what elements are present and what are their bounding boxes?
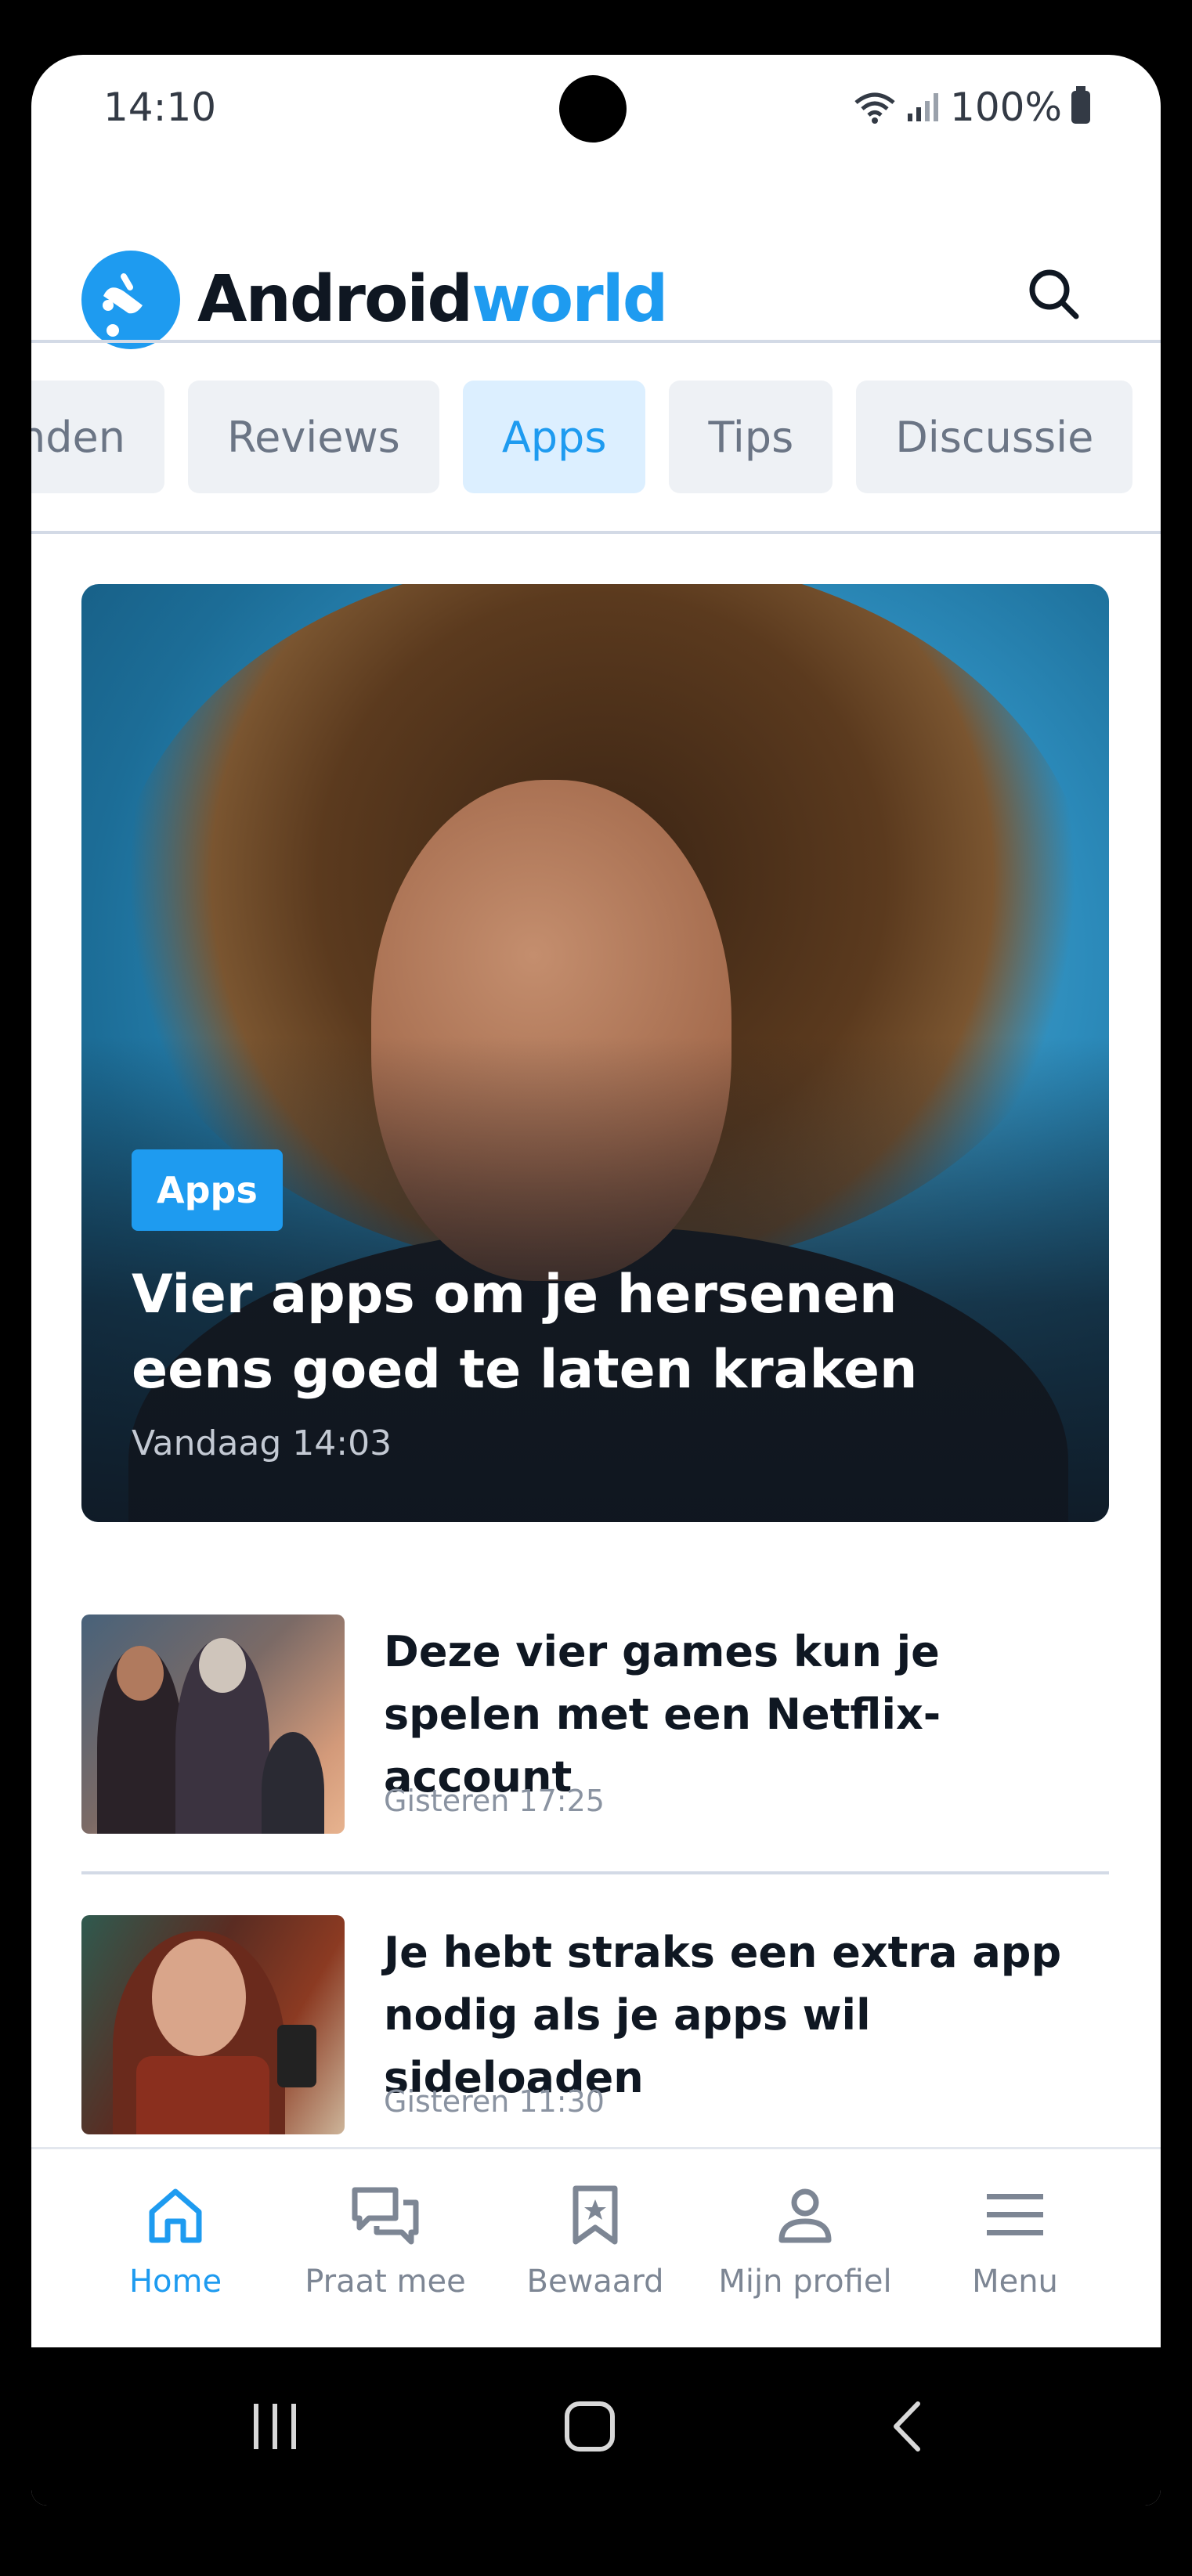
hero-article[interactable]: Apps Vier apps om je hersenen eens goed … <box>81 584 1109 1522</box>
logo-text: Androidworld <box>197 268 668 332</box>
nav-bewaard-label: Bewaard <box>526 2264 664 2300</box>
wifi-icon <box>854 92 895 124</box>
article-thumbnail[interactable] <box>81 1615 345 1834</box>
battery-percent: 100% <box>950 85 1062 130</box>
article-date: Gisteren 11:30 <box>384 2084 605 2119</box>
back-icon[interactable] <box>882 2399 937 2454</box>
nav-mijn-profiel[interactable]: Mijn profiel <box>703 2176 907 2300</box>
front-camera <box>559 75 627 143</box>
menu-icon <box>987 2194 1043 2235</box>
tabs-divider <box>31 531 1161 534</box>
home-icon <box>149 2188 202 2243</box>
nav-home-label: Home <box>128 2264 222 2300</box>
list-divider <box>81 1871 1109 1874</box>
nav-menu-label: Menu <box>972 2264 1058 2300</box>
search-icon <box>1029 269 1079 319</box>
tab-ronden[interactable]: ronden <box>31 381 165 493</box>
status-right: 100% <box>853 85 1090 130</box>
recent-apps-icon[interactable] <box>247 2399 302 2454</box>
article-title[interactable]: Je hebt straks een extra app nodig als j… <box>384 1921 1089 2109</box>
battery-icon <box>1071 86 1090 124</box>
hero-title[interactable]: Vier apps om je hersenen eens goed te la… <box>132 1257 1056 1408</box>
nav-praat-mee[interactable]: Praat mee <box>284 2176 487 2300</box>
home-system-icon[interactable] <box>562 2399 617 2454</box>
logo-text-secondary: world <box>471 262 668 337</box>
list-item[interactable]: Deze vier games kun je spelen met een Ne… <box>81 1615 1109 1834</box>
category-tabs: ronden Reviews Apps Tips Discussie <box>31 381 1133 493</box>
system-navigation-bar <box>31 2347 1161 2506</box>
androidworld-logo[interactable]: Androidworld <box>81 251 668 349</box>
tab-apps[interactable]: Apps <box>462 381 646 493</box>
article-title[interactable]: Deze vier games kun je spelen met een Ne… <box>384 1621 1089 1809</box>
nav-menu[interactable]: Menu <box>913 2176 1117 2300</box>
article-date: Gisteren 17:25 <box>384 1784 605 1818</box>
tab-reviews[interactable]: Reviews <box>188 381 439 493</box>
logo-mark-icon <box>81 251 180 349</box>
nav-mijn-profiel-label: Mijn profiel <box>718 2264 892 2300</box>
hero-category-badge[interactable]: Apps <box>132 1149 283 1231</box>
tab-discussie[interactable]: Discussie <box>856 381 1133 493</box>
nav-praat-mee-label: Praat mee <box>305 2264 466 2300</box>
bottom-navigation: Home Praat mee Bewaard Mijn profiel Menu <box>31 2147 1161 2350</box>
nav-bewaard[interactable]: Bewaard <box>493 2176 697 2300</box>
search-button[interactable] <box>1023 263 1085 326</box>
status-time: 14:10 <box>103 85 217 130</box>
header-divider <box>31 340 1161 343</box>
bookmark-icon <box>573 2185 618 2245</box>
article-thumbnail[interactable] <box>81 1915 345 2134</box>
hero-date: Vandaag 14:03 <box>132 1423 392 1463</box>
chat-icon <box>352 2187 419 2245</box>
profile-icon <box>778 2188 832 2243</box>
signal-icon <box>908 93 939 121</box>
status-bar: 14:10 100% <box>31 55 1161 164</box>
list-item[interactable]: Je hebt straks een extra app nodig als j… <box>81 1915 1109 2134</box>
app-screen: 14:10 100% Androidworld nden Reviews App… <box>31 55 1161 2506</box>
logo-text-primary: Android <box>197 262 473 337</box>
tab-tips[interactable]: Tips <box>669 381 833 493</box>
nav-home[interactable]: Home <box>74 2176 277 2300</box>
app-header: Androidworld <box>31 188 1161 352</box>
